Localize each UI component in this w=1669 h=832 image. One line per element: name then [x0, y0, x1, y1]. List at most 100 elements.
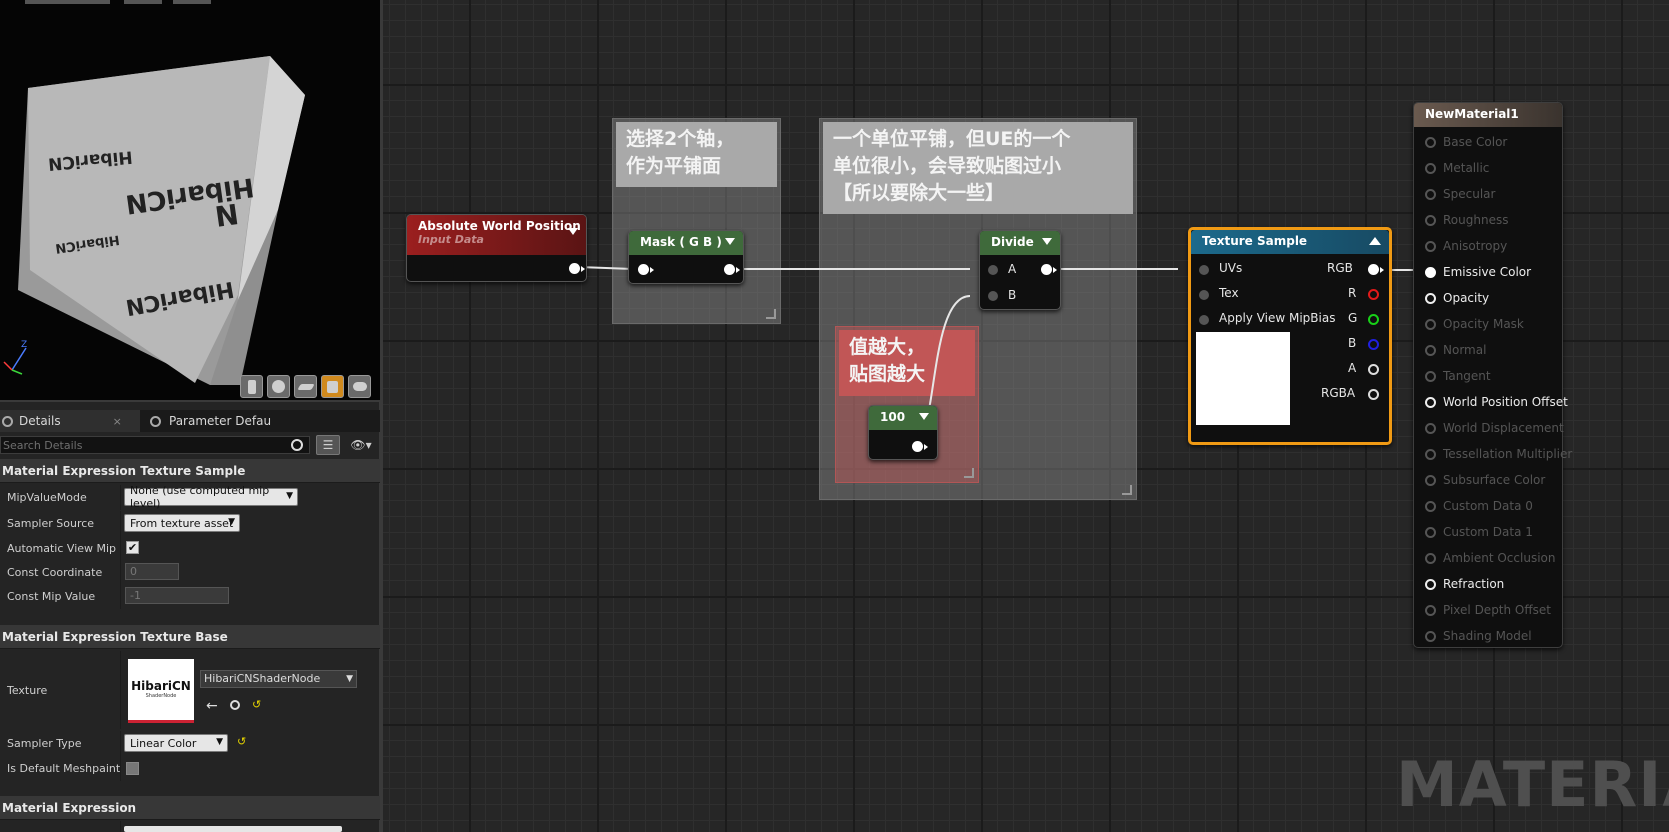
output-pin[interactable]: [724, 264, 740, 275]
material-pin[interactable]: World Displacement: [1414, 416, 1564, 440]
node-absolute-world-position[interactable]: Absolute World Position Input Data: [406, 214, 587, 282]
input-pin[interactable]: [1425, 423, 1436, 434]
search-input[interactable]: Search Details: [0, 436, 310, 454]
material-pin[interactable]: Opacity Mask: [1414, 312, 1562, 336]
material-pin[interactable]: Pixel Depth Offset: [1414, 598, 1562, 622]
cylinder-icon[interactable]: [240, 375, 263, 398]
material-pin[interactable]: Specular: [1414, 182, 1562, 206]
input-pin[interactable]: [1425, 449, 1436, 460]
output-pin-g[interactable]: [1368, 314, 1379, 325]
pin-label: Tangent: [1443, 369, 1491, 383]
output-pin[interactable]: [569, 263, 585, 274]
input-pin[interactable]: [1425, 397, 1436, 408]
input-pin[interactable]: [1425, 189, 1436, 200]
output-pin[interactable]: [1041, 264, 1057, 275]
node-divide[interactable]: Divide A B: [979, 230, 1061, 310]
material-pin[interactable]: Custom Data 1: [1414, 520, 1562, 544]
section-texture-base[interactable]: Material Expression Texture Base: [0, 625, 380, 649]
input-pin-tex[interactable]: [1199, 290, 1209, 300]
input-pin-uvs[interactable]: [1199, 265, 1209, 275]
input-pin[interactable]: [1425, 267, 1436, 278]
input-pin[interactable]: [1425, 475, 1436, 486]
material-pin[interactable]: Metallic: [1414, 156, 1562, 180]
material-pin[interactable]: Base Color: [1414, 130, 1562, 154]
material-pin[interactable]: Opacity: [1414, 286, 1562, 310]
material-pin[interactable]: Emissive Color: [1414, 260, 1562, 284]
texture-asset-picker[interactable]: HibariCNShaderNode ▼: [200, 670, 357, 688]
cube-icon[interactable]: [321, 375, 344, 398]
input-pin[interactable]: [1425, 501, 1436, 512]
output-pin-r[interactable]: [1368, 289, 1379, 300]
reset-icon[interactable]: ↺: [252, 698, 261, 711]
is-default-meshpaint-checkbox[interactable]: [126, 762, 139, 775]
tab-details-label: Details: [19, 414, 61, 428]
input-pin-a[interactable]: [988, 265, 998, 275]
node-mask[interactable]: Mask ( G B ): [628, 230, 744, 284]
output-pin-rgba[interactable]: [1368, 389, 1379, 400]
section-material-expression[interactable]: Material Expression: [0, 796, 380, 820]
use-selected-arrow-icon[interactable]: ←: [206, 698, 218, 714]
input-pin[interactable]: [1425, 137, 1436, 148]
input-pin[interactable]: [1425, 631, 1436, 642]
sampler-type-dropdown[interactable]: Linear Color ▼: [124, 734, 228, 752]
section-texture-sample[interactable]: Material Expression Texture Sample: [0, 459, 380, 483]
collapse-arrow-icon[interactable]: [725, 238, 735, 245]
input-pin-mipbias[interactable]: [1199, 315, 1209, 325]
input-pin[interactable]: [1425, 241, 1436, 252]
list-view-icon[interactable]: ☰: [316, 435, 340, 455]
output-pin[interactable]: [912, 441, 928, 452]
const-coordinate-field[interactable]: 0: [125, 563, 179, 580]
input-pin[interactable]: [1425, 553, 1436, 564]
material-pin[interactable]: Custom Data 0: [1414, 494, 1562, 518]
material-pin[interactable]: Tessellation Multiplier: [1414, 442, 1572, 466]
const-mip-value-field[interactable]: -1: [125, 587, 229, 604]
output-pin-rgb[interactable]: [1368, 264, 1384, 275]
reset-icon[interactable]: ↺: [237, 735, 246, 748]
input-pin[interactable]: [1425, 371, 1436, 382]
material-pin[interactable]: Anisotropy: [1414, 234, 1562, 258]
input-pin[interactable]: [1425, 579, 1436, 590]
input-pin[interactable]: [1425, 215, 1436, 226]
property-field[interactable]: [124, 826, 342, 832]
node-texture-sample[interactable]: Texture Sample UVs Tex Apply View MipBia…: [1188, 227, 1392, 445]
material-pin[interactable]: Shading Model: [1414, 624, 1562, 648]
material-pin[interactable]: World Position Offset: [1414, 390, 1568, 414]
node-constant[interactable]: 100: [868, 405, 938, 460]
material-pin[interactable]: Normal: [1414, 338, 1562, 362]
tab-parameter-defaults[interactable]: Parameter Defaults: [146, 410, 276, 432]
input-pin-b[interactable]: [988, 291, 998, 301]
preview-viewport[interactable]: HibariCN HibariCN HibariCN HibariCN N Z: [0, 0, 380, 402]
auto-view-mip-checkbox[interactable]: ✔: [126, 541, 139, 554]
input-pin[interactable]: [1425, 605, 1436, 616]
node-header: NewMaterial1: [1414, 103, 1562, 127]
tab-details[interactable]: Details ×: [0, 410, 140, 432]
input-pin[interactable]: [1425, 319, 1436, 330]
output-pin-b[interactable]: [1368, 339, 1379, 350]
input-pin[interactable]: [1425, 527, 1436, 538]
input-pin[interactable]: [1425, 345, 1436, 356]
texture-thumbnail[interactable]: HibariCN ShaderNode: [128, 659, 194, 723]
eye-icon[interactable]: 👁▾: [346, 435, 376, 455]
teapot-icon[interactable]: [348, 375, 371, 398]
output-pin-a[interactable]: [1368, 364, 1379, 375]
browse-icon[interactable]: [230, 700, 240, 710]
input-pin[interactable]: [1425, 293, 1436, 304]
collapse-arrow-icon[interactable]: [1369, 237, 1381, 245]
input-pin[interactable]: [638, 264, 654, 275]
material-pin[interactable]: Refraction: [1414, 572, 1562, 596]
sampler-source-dropdown[interactable]: From texture asset ▼: [124, 514, 240, 532]
material-pin[interactable]: Tangent: [1414, 364, 1562, 388]
material-graph[interactable]: 选择2个轴， 作为平铺面 一个单位平铺，但UE的一个 单位很小，会导致贴图过小 【所以…: [383, 0, 1669, 832]
input-pin[interactable]: [1425, 163, 1436, 174]
close-icon[interactable]: ×: [113, 415, 122, 428]
collapse-arrow-icon[interactable]: [1042, 238, 1052, 245]
collapse-arrow-icon[interactable]: [919, 413, 929, 420]
material-pin[interactable]: Subsurface Color: [1414, 468, 1562, 492]
mip-value-mode-dropdown[interactable]: None (use computed mip level) ▼: [124, 484, 298, 510]
collapse-arrow-icon[interactable]: [568, 228, 578, 235]
plane-icon[interactable]: [294, 375, 317, 398]
sphere-icon[interactable]: [267, 375, 290, 398]
material-pin[interactable]: Ambient Occlusion: [1414, 546, 1562, 570]
material-pin[interactable]: Roughness: [1414, 208, 1562, 232]
node-material-result[interactable]: NewMaterial1 Base Color Metallic Specular R…: [1413, 102, 1572, 648]
